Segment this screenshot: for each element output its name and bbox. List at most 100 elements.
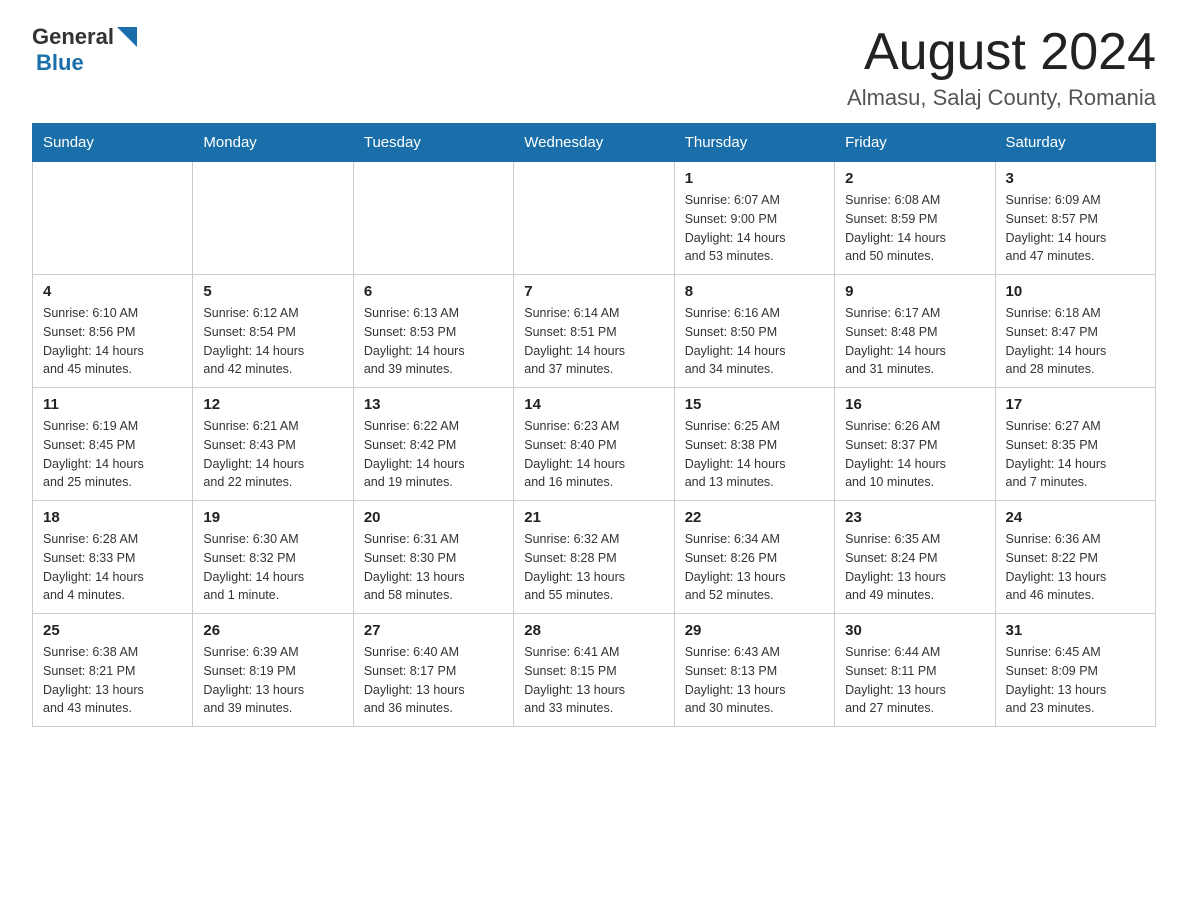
day-info: Sunrise: 6:34 AM Sunset: 8:26 PM Dayligh… bbox=[685, 530, 824, 605]
day-info: Sunrise: 6:18 AM Sunset: 8:47 PM Dayligh… bbox=[1006, 304, 1145, 379]
calendar-cell: 17Sunrise: 6:27 AM Sunset: 8:35 PM Dayli… bbox=[995, 388, 1155, 501]
calendar-cell: 14 Sunrise: 6:23 AM Sunset: 8:40 PM Dayli… bbox=[514, 388, 674, 501]
calendar-cell: 26Sunrise: 6:39 AM Sunset: 8:19 PM Dayli… bbox=[193, 614, 353, 727]
calendar-week-5: 25 Sunrise: 6:38 AM Sunset: 8:21 PM Dayli… bbox=[33, 614, 1156, 727]
calendar-week-4: 18 Sunrise: 6:28 AM Sunset: 8:33 PM Dayli… bbox=[33, 501, 1156, 614]
logo-triangle-icon bbox=[117, 27, 137, 49]
day-info: Sunrise: 6:26 AM Sunset: 8:37 PM Dayligh… bbox=[845, 417, 984, 492]
calendar-cell: 25 Sunrise: 6:38 AM Sunset: 8:21 PM Dayli… bbox=[33, 614, 193, 727]
day-info: Sunrise: 6:21 AM Sunset: 8:43 PM Dayligh… bbox=[203, 417, 342, 492]
day-number: 12 bbox=[203, 396, 342, 413]
weekday-header-tuesday: Tuesday bbox=[353, 124, 513, 162]
day-number: 16 bbox=[845, 396, 984, 413]
title-block: August 2024 Almasu, Salaj County, Romani… bbox=[847, 24, 1156, 111]
calendar-cell: 10 Sunrise: 6:18 AM Sunset: 8:47 PM Dayli… bbox=[995, 275, 1155, 388]
weekday-header-thursday: Thursday bbox=[674, 124, 834, 162]
day-info: Sunrise: 6:28 AM Sunset: 8:33 PM Dayligh… bbox=[43, 530, 182, 605]
day-number: 18 bbox=[43, 509, 182, 526]
day-number: 10 bbox=[1006, 283, 1145, 300]
calendar-cell: 20 Sunrise: 6:31 AM Sunset: 8:30 PM Dayli… bbox=[353, 501, 513, 614]
calendar-cell: 29 Sunrise: 6:43 AM Sunset: 8:13 PM Dayli… bbox=[674, 614, 834, 727]
calendar-cell: 23 Sunrise: 6:35 AM Sunset: 8:24 PM Dayli… bbox=[835, 501, 995, 614]
calendar-cell: 27Sunrise: 6:40 AM Sunset: 8:17 PM Dayli… bbox=[353, 614, 513, 727]
day-number: 17 bbox=[1006, 396, 1145, 413]
day-number: 6 bbox=[364, 283, 503, 300]
weekday-header-friday: Friday bbox=[835, 124, 995, 162]
month-title: August 2024 bbox=[847, 24, 1156, 81]
day-info: Sunrise: 6:41 AM Sunset: 8:15 PM Dayligh… bbox=[524, 643, 663, 718]
calendar-cell: 16 Sunrise: 6:26 AM Sunset: 8:37 PM Dayli… bbox=[835, 388, 995, 501]
calendar-cell: 7Sunrise: 6:14 AM Sunset: 8:51 PM Daylig… bbox=[514, 275, 674, 388]
day-number: 11 bbox=[43, 396, 182, 413]
logo-general: General bbox=[32, 24, 114, 50]
day-info: Sunrise: 6:17 AM Sunset: 8:48 PM Dayligh… bbox=[845, 304, 984, 379]
day-number: 9 bbox=[845, 283, 984, 300]
day-info: Sunrise: 6:23 AM Sunset: 8:40 PM Dayligh… bbox=[524, 417, 663, 492]
calendar-week-1: 1Sunrise: 6:07 AM Sunset: 9:00 PM Daylig… bbox=[33, 162, 1156, 275]
calendar-cell: 1Sunrise: 6:07 AM Sunset: 9:00 PM Daylig… bbox=[674, 162, 834, 275]
day-info: Sunrise: 6:45 AM Sunset: 8:09 PM Dayligh… bbox=[1006, 643, 1145, 718]
weekday-header-monday: Monday bbox=[193, 124, 353, 162]
calendar-cell: 4 Sunrise: 6:10 AM Sunset: 8:56 PM Daylig… bbox=[33, 275, 193, 388]
calendar-cell: 12 Sunrise: 6:21 AM Sunset: 8:43 PM Dayli… bbox=[193, 388, 353, 501]
day-number: 21 bbox=[524, 509, 663, 526]
calendar-cell: 6 Sunrise: 6:13 AM Sunset: 8:53 PM Daylig… bbox=[353, 275, 513, 388]
day-number: 8 bbox=[685, 283, 824, 300]
day-number: 23 bbox=[845, 509, 984, 526]
day-info: Sunrise: 6:43 AM Sunset: 8:13 PM Dayligh… bbox=[685, 643, 824, 718]
day-number: 25 bbox=[43, 622, 182, 639]
calendar-table: SundayMondayTuesdayWednesdayThursdayFrid… bbox=[32, 123, 1156, 727]
location-title: Almasu, Salaj County, Romania bbox=[847, 85, 1156, 111]
weekday-header-sunday: Sunday bbox=[33, 124, 193, 162]
day-number: 28 bbox=[524, 622, 663, 639]
day-info: Sunrise: 6:36 AM Sunset: 8:22 PM Dayligh… bbox=[1006, 530, 1145, 605]
day-info: Sunrise: 6:35 AM Sunset: 8:24 PM Dayligh… bbox=[845, 530, 984, 605]
calendar-cell: 24Sunrise: 6:36 AM Sunset: 8:22 PM Dayli… bbox=[995, 501, 1155, 614]
day-number: 15 bbox=[685, 396, 824, 413]
day-info: Sunrise: 6:44 AM Sunset: 8:11 PM Dayligh… bbox=[845, 643, 984, 718]
weekday-header-saturday: Saturday bbox=[995, 124, 1155, 162]
weekday-header-row: SundayMondayTuesdayWednesdayThursdayFrid… bbox=[33, 124, 1156, 162]
day-info: Sunrise: 6:19 AM Sunset: 8:45 PM Dayligh… bbox=[43, 417, 182, 492]
day-info: Sunrise: 6:10 AM Sunset: 8:56 PM Dayligh… bbox=[43, 304, 182, 379]
day-info: Sunrise: 6:39 AM Sunset: 8:19 PM Dayligh… bbox=[203, 643, 342, 718]
calendar-cell: 3 Sunrise: 6:09 AM Sunset: 8:57 PM Daylig… bbox=[995, 162, 1155, 275]
day-info: Sunrise: 6:30 AM Sunset: 8:32 PM Dayligh… bbox=[203, 530, 342, 605]
day-number: 7 bbox=[524, 283, 663, 300]
day-number: 30 bbox=[845, 622, 984, 639]
calendar-cell: 30 Sunrise: 6:44 AM Sunset: 8:11 PM Dayli… bbox=[835, 614, 995, 727]
day-number: 22 bbox=[685, 509, 824, 526]
calendar-cell: 22 Sunrise: 6:34 AM Sunset: 8:26 PM Dayli… bbox=[674, 501, 834, 614]
day-number: 20 bbox=[364, 509, 503, 526]
calendar-cell bbox=[193, 162, 353, 275]
day-number: 4 bbox=[43, 283, 182, 300]
calendar-cell: 28 Sunrise: 6:41 AM Sunset: 8:15 PM Dayli… bbox=[514, 614, 674, 727]
logo-blue: Blue bbox=[36, 50, 84, 75]
calendar-cell: 19Sunrise: 6:30 AM Sunset: 8:32 PM Dayli… bbox=[193, 501, 353, 614]
day-number: 29 bbox=[685, 622, 824, 639]
calendar-cell: 18 Sunrise: 6:28 AM Sunset: 8:33 PM Dayli… bbox=[33, 501, 193, 614]
calendar-cell: 15Sunrise: 6:25 AM Sunset: 8:38 PM Dayli… bbox=[674, 388, 834, 501]
logo: General Blue bbox=[32, 24, 137, 76]
calendar-cell: 8 Sunrise: 6:16 AM Sunset: 8:50 PM Daylig… bbox=[674, 275, 834, 388]
calendar-week-3: 11 Sunrise: 6:19 AM Sunset: 8:45 PM Dayli… bbox=[33, 388, 1156, 501]
day-info: Sunrise: 6:31 AM Sunset: 8:30 PM Dayligh… bbox=[364, 530, 503, 605]
day-number: 3 bbox=[1006, 170, 1145, 187]
day-number: 2 bbox=[845, 170, 984, 187]
day-number: 13 bbox=[364, 396, 503, 413]
calendar-cell: 21 Sunrise: 6:32 AM Sunset: 8:28 PM Dayli… bbox=[514, 501, 674, 614]
day-info: Sunrise: 6:13 AM Sunset: 8:53 PM Dayligh… bbox=[364, 304, 503, 379]
calendar-cell bbox=[33, 162, 193, 275]
day-info: Sunrise: 6:12 AM Sunset: 8:54 PM Dayligh… bbox=[203, 304, 342, 379]
day-info: Sunrise: 6:38 AM Sunset: 8:21 PM Dayligh… bbox=[43, 643, 182, 718]
day-info: Sunrise: 6:32 AM Sunset: 8:28 PM Dayligh… bbox=[524, 530, 663, 605]
day-info: Sunrise: 6:16 AM Sunset: 8:50 PM Dayligh… bbox=[685, 304, 824, 379]
day-info: Sunrise: 6:40 AM Sunset: 8:17 PM Dayligh… bbox=[364, 643, 503, 718]
calendar-cell: 13Sunrise: 6:22 AM Sunset: 8:42 PM Dayli… bbox=[353, 388, 513, 501]
calendar-week-2: 4 Sunrise: 6:10 AM Sunset: 8:56 PM Daylig… bbox=[33, 275, 1156, 388]
calendar-cell bbox=[514, 162, 674, 275]
calendar-cell: 31Sunrise: 6:45 AM Sunset: 8:09 PM Dayli… bbox=[995, 614, 1155, 727]
day-info: Sunrise: 6:09 AM Sunset: 8:57 PM Dayligh… bbox=[1006, 191, 1145, 266]
day-number: 14 bbox=[524, 396, 663, 413]
calendar-cell: 11 Sunrise: 6:19 AM Sunset: 8:45 PM Dayli… bbox=[33, 388, 193, 501]
